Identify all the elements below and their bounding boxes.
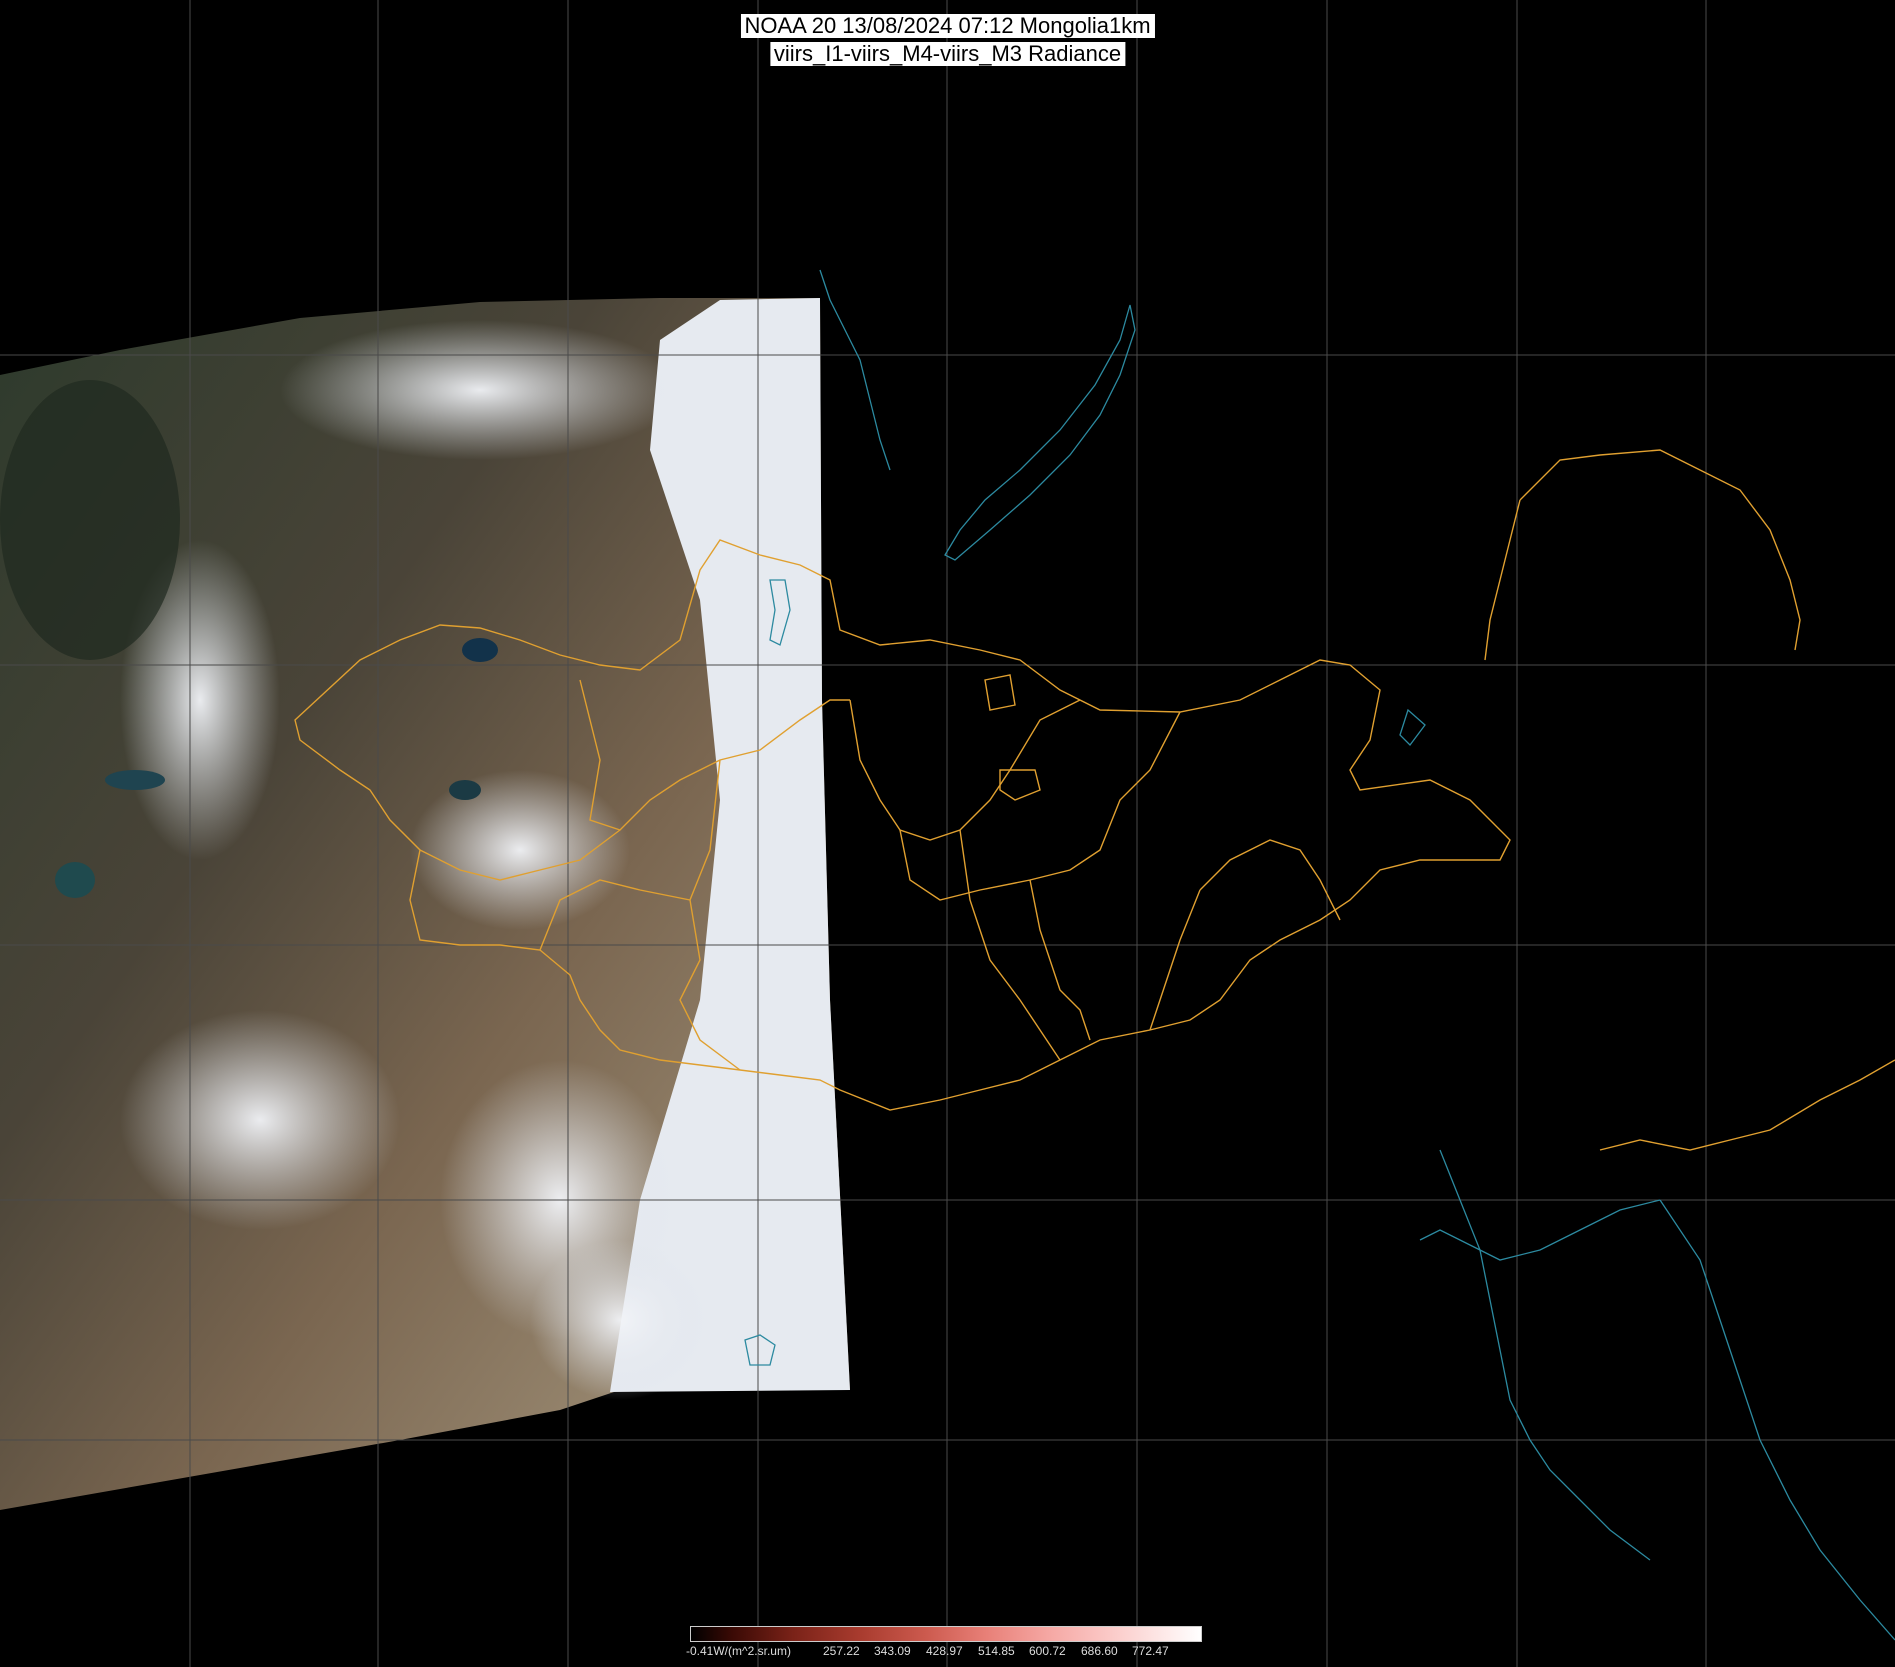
darkhan-border: [984, 674, 1016, 711]
legend-tick-label: 428.97: [926, 1644, 963, 1658]
lake-khyargas: [449, 780, 481, 800]
legend-tick-label: 514.85: [978, 1644, 1015, 1658]
river-angara: [819, 269, 891, 471]
map-title-line-1: NOAA 20 13/08/2024 07:12 Mongolia1km: [740, 14, 1155, 38]
aimag-line-4: [1029, 879, 1091, 1041]
aimag-line-5: [1199, 839, 1341, 921]
cloud-central: [410, 770, 630, 930]
legend-tick-label: 600.72: [1029, 1644, 1066, 1658]
lake-uvs: [462, 638, 498, 662]
lake-hulun-outline: [1399, 708, 1426, 746]
coast-yellow-sea: [1659, 1199, 1895, 1641]
china-russia-border: [1519, 449, 1801, 651]
cloud-southwest: [120, 1010, 400, 1230]
aimag-line-2: [849, 699, 1081, 841]
aimag-line-3: [899, 711, 1181, 901]
satellite-map: [0, 0, 1895, 1667]
radiance-color-scale: [690, 1626, 1202, 1642]
legend-tick-label: -0.41W/(m^2.sr.um): [686, 1644, 791, 1658]
map-title-line-2: viirs_I1-viirs_M4-viirs_M3 Radiance: [769, 42, 1126, 66]
satellite-swath: [0, 298, 850, 1510]
lake-baikal-outline: [944, 304, 1136, 561]
radiance-legend: -0.41W/(m^2.sr.um) 257.22 343.09 428.97 …: [686, 1626, 1202, 1664]
coast-bohai: [1419, 1199, 1661, 1261]
coastlines: [744, 269, 1895, 1641]
china-russia-border-2: [1484, 499, 1521, 661]
ulaanbaatar-border: [999, 769, 1041, 801]
legend-tick-label: 343.09: [874, 1644, 911, 1658]
lake-southwest: [105, 770, 165, 790]
legend-tick-label: 257.22: [823, 1644, 860, 1658]
legend-tick-label: 686.60: [1081, 1644, 1118, 1658]
aimag-line-9: [1149, 889, 1201, 1031]
coast-korea: [1439, 1149, 1651, 1561]
legend-labels: -0.41W/(m^2.sr.um) 257.22 343.09 428.97 …: [686, 1644, 1202, 1662]
lake-western: [55, 862, 95, 898]
china-north-korea-border: [1599, 1059, 1895, 1151]
legend-tick-label: 772.47: [1132, 1644, 1169, 1658]
cloud-southeast: [530, 1240, 710, 1400]
cloud-north: [280, 320, 680, 460]
forest-northwest: [0, 380, 180, 660]
